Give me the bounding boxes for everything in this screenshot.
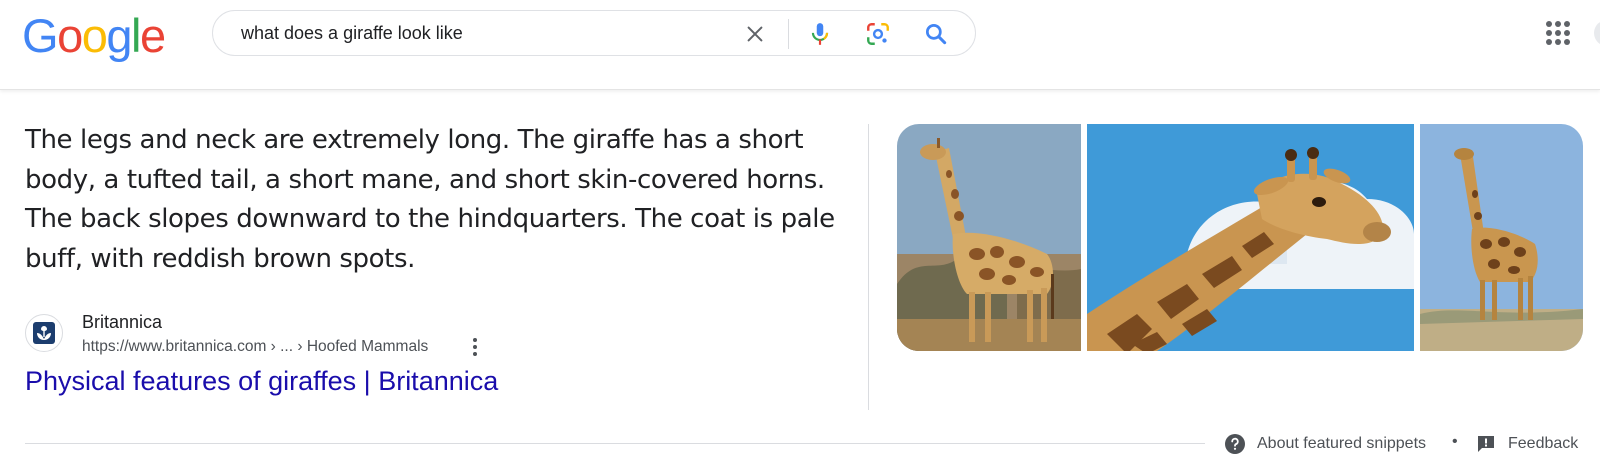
feedback-button[interactable]: Feedback bbox=[1476, 433, 1578, 455]
source-attribution: Britannica https://www.britannica.com › … bbox=[25, 312, 825, 362]
giraffe-photo bbox=[1087, 124, 1414, 351]
feedback-icon bbox=[1478, 436, 1494, 452]
about-featured-snippets-label: About featured snippets bbox=[1257, 435, 1427, 452]
result-title-link[interactable]: Physical features of giraffes | Britanni… bbox=[25, 366, 498, 397]
logo-letter: o bbox=[57, 9, 83, 62]
feedback-label: Feedback bbox=[1508, 435, 1579, 452]
apps-grid-icon bbox=[1546, 21, 1570, 45]
header: Google bbox=[0, 0, 1600, 90]
snippet-text: The legs and neck are extremely long. Th… bbox=[25, 125, 835, 274]
about-featured-snippets-button[interactable]: About featured snippets bbox=[1225, 433, 1426, 455]
source-name: Britannica bbox=[82, 312, 163, 332]
more-vert-icon bbox=[473, 338, 477, 356]
source-url[interactable]: https://www.britannica.com › ... › Hoofe… bbox=[82, 338, 428, 356]
search-box bbox=[212, 10, 976, 56]
logo-letter: l bbox=[130, 9, 141, 62]
logo-letter: g bbox=[106, 9, 132, 62]
column-divider bbox=[868, 124, 869, 410]
clear-search-button[interactable] bbox=[741, 20, 769, 48]
close-icon bbox=[747, 26, 763, 42]
giraffe-image-1[interactable] bbox=[897, 124, 1081, 351]
account-avatar[interactable] bbox=[1594, 20, 1600, 46]
footer-divider bbox=[25, 443, 1205, 444]
giraffe-image-2[interactable] bbox=[1087, 124, 1414, 351]
giraffe-photo bbox=[1420, 124, 1583, 351]
google-logo[interactable]: Google bbox=[22, 9, 166, 62]
help-circle-icon bbox=[1225, 434, 1245, 454]
voice-search-button[interactable] bbox=[806, 20, 834, 48]
giraffe-photo bbox=[897, 124, 1081, 351]
logo-letter: e bbox=[139, 9, 166, 62]
microphone-icon bbox=[811, 23, 829, 45]
giraffe-image-3[interactable] bbox=[1420, 124, 1583, 351]
footer-separator: • bbox=[1452, 433, 1458, 450]
camera-lens-icon bbox=[867, 23, 889, 45]
google-apps-button[interactable] bbox=[1543, 18, 1573, 48]
search-button[interactable] bbox=[922, 20, 950, 48]
britannica-logo-icon bbox=[33, 322, 55, 344]
search-divider bbox=[788, 19, 789, 49]
search-by-image-button[interactable] bbox=[864, 20, 892, 48]
search-input[interactable] bbox=[241, 21, 681, 45]
logo-letter: G bbox=[22, 9, 59, 62]
logo-letter: o bbox=[81, 9, 108, 62]
britannica-favicon[interactable] bbox=[25, 314, 63, 352]
more-options-button[interactable] bbox=[467, 336, 483, 358]
search-icon bbox=[925, 23, 947, 45]
